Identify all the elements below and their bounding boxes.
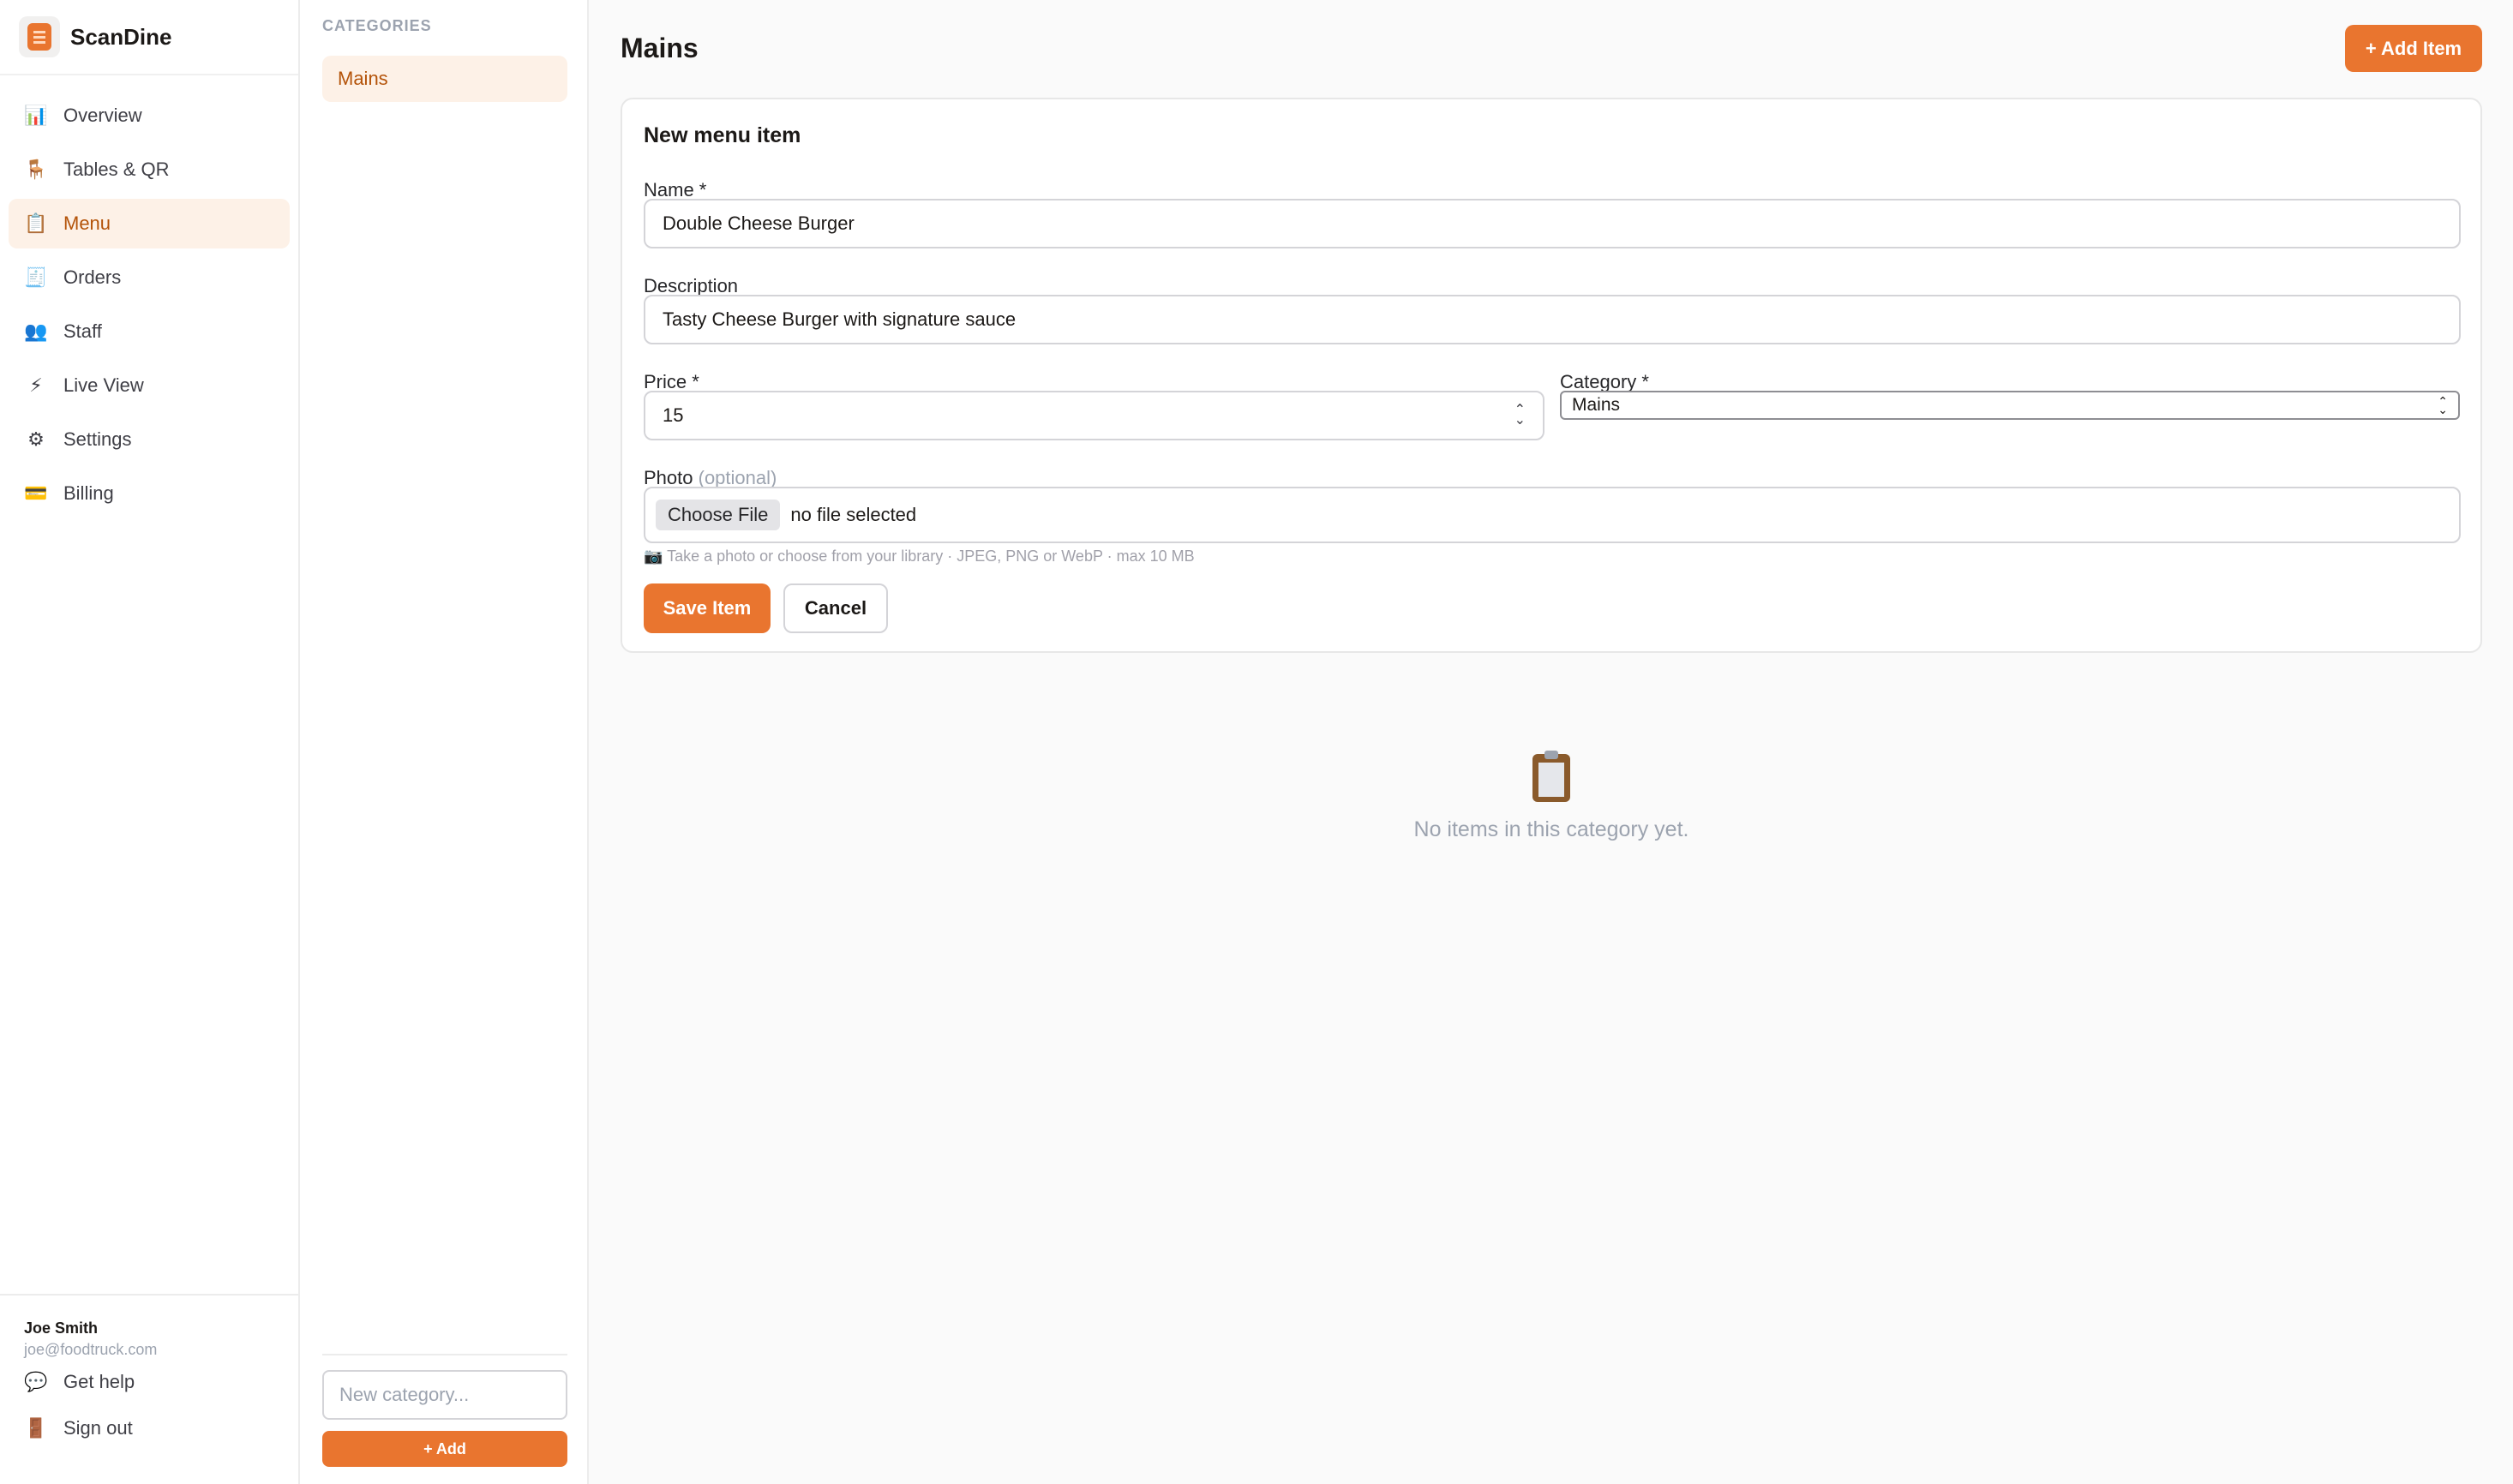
door-icon: 🚪 <box>24 1417 48 1439</box>
chair-icon: 🪑 <box>24 159 48 180</box>
user-name: Joe Smith <box>24 1319 99 1337</box>
nav-item-label: Billing <box>63 482 114 504</box>
sidebar: ScanDine 📊 Overview 🪑 Tables & QR 📋 Menu… <box>0 0 300 1484</box>
description-field[interactable]: Tasty Cheese Burger with signature sauce <box>644 295 2461 344</box>
category-value: Mains <box>1572 395 1621 415</box>
divider <box>322 1354 567 1355</box>
form-title: New menu item <box>644 123 801 147</box>
get-help-label: Get help <box>63 1371 135 1392</box>
brand[interactable]: ScanDine <box>0 0 298 75</box>
name-field[interactable]: Double Cheese Burger <box>644 199 2461 248</box>
credit-card-icon: 💳 <box>24 482 48 504</box>
nav-item-label: Menu <box>63 212 111 234</box>
save-item-button[interactable]: Save Item <box>644 583 771 633</box>
main-content: Mains + Add Item New menu item Name * Do… <box>591 0 2513 1484</box>
menu-icon: 📋 <box>24 212 48 234</box>
nav-item-orders[interactable]: 🧾 Orders <box>9 253 290 302</box>
category-select[interactable]: Mains ⌃ ⌄ <box>1560 391 2460 420</box>
receipt-icon: 🧾 <box>24 266 48 288</box>
photo-label-text: Photo <box>644 467 693 488</box>
price-value: 15 <box>663 404 684 426</box>
gear-icon: ⚙ <box>27 428 45 450</box>
chevron-updown-icon: ⌃ ⌄ <box>2438 394 2448 416</box>
nav-item-label: Live View <box>63 374 144 396</box>
choose-file-button[interactable]: Choose File <box>656 500 781 530</box>
speech-bubble-icon: 💬 <box>24 1371 48 1392</box>
sign-out-link[interactable]: 🚪 Sign out <box>24 1405 298 1451</box>
add-item-button[interactable]: + Add Item <box>2345 25 2482 72</box>
nav-item-label: Tables & QR <box>63 159 170 180</box>
new-category-input[interactable] <box>322 1370 567 1420</box>
photo-optional: (optional) <box>698 467 777 488</box>
nav-item-label: Overview <box>63 105 142 126</box>
cancel-button[interactable]: Cancel <box>783 583 888 633</box>
description-value: Tasty Cheese Burger with signature sauce <box>663 308 1017 330</box>
price-field[interactable]: 15 ⌃ ⌄ <box>644 391 1544 440</box>
nav-item-settings[interactable]: ⚙ Settings <box>9 415 290 464</box>
sidebar-footer: Joe Smith joe@foodtruck.com 💬 Get help 🚪… <box>0 1294 298 1484</box>
new-item-form: New menu item Name * Double Cheese Burge… <box>621 98 2482 653</box>
empty-state-text: No items in this category yet. <box>1413 817 1689 841</box>
empty-state: No items in this category yet. <box>621 751 2482 842</box>
sign-out-label: Sign out <box>63 1417 133 1439</box>
people-icon: 👥 <box>24 320 48 342</box>
file-status: no file selected <box>790 504 917 525</box>
brand-name: ScanDine <box>70 23 172 50</box>
nav-item-label: Orders <box>63 266 122 288</box>
category-item-mains[interactable]: Mains <box>322 56 567 102</box>
user-email: joe@foodtruck.com <box>24 1341 158 1358</box>
photo-hint: 📷 Take a photo or choose from your libra… <box>644 548 1195 565</box>
categories-panel: CATEGORIES Mains + Add <box>300 0 589 1484</box>
stepper-icon[interactable]: ⌃ ⌄ <box>1514 404 1526 428</box>
nav-item-menu[interactable]: 📋 Menu <box>9 199 290 248</box>
add-category-button[interactable]: + Add <box>322 1431 567 1467</box>
photo-file-input[interactable]: Choose File no file selected <box>644 487 2461 543</box>
name-value: Double Cheese Burger <box>663 212 855 234</box>
page-title: Mains <box>621 33 699 63</box>
categories-heading: CATEGORIES <box>322 17 432 34</box>
nav-item-staff[interactable]: 👥 Staff <box>9 307 290 356</box>
lightning-icon: ⚡ <box>29 374 43 396</box>
clipboard-icon <box>1532 751 1570 802</box>
menu-card-icon <box>19 16 60 57</box>
nav-item-live-view[interactable]: ⚡ Live View <box>9 361 290 410</box>
nav-item-tables-qr[interactable]: 🪑 Tables & QR <box>9 145 290 194</box>
nav-item-label: Settings <box>63 428 132 450</box>
get-help-link[interactable]: 💬 Get help <box>24 1359 298 1405</box>
bar-chart-icon: 📊 <box>24 105 48 126</box>
main-nav: 📊 Overview 🪑 Tables & QR 📋 Menu 🧾 Orders… <box>0 75 298 518</box>
nav-item-billing[interactable]: 💳 Billing <box>9 469 290 518</box>
nav-item-overview[interactable]: 📊 Overview <box>9 91 290 141</box>
nav-item-label: Staff <box>63 320 102 342</box>
